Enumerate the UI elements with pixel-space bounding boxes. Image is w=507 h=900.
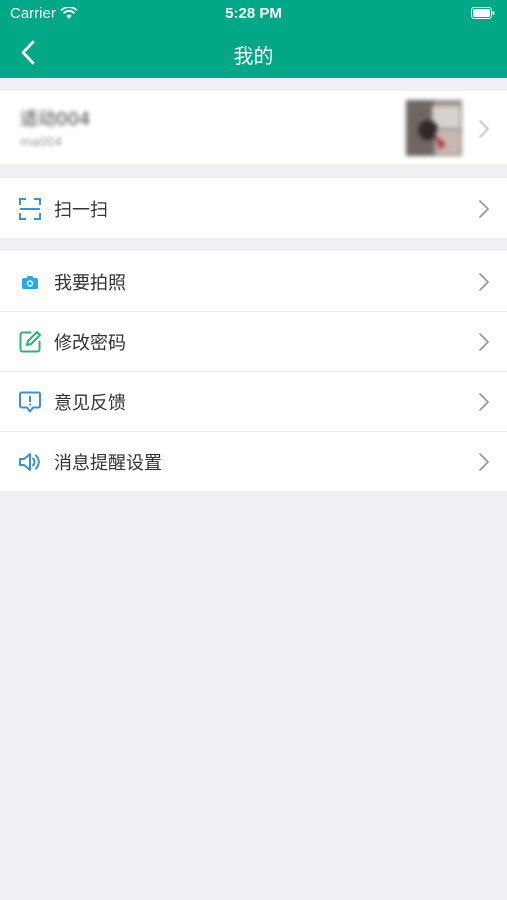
menu-item-notification-settings[interactable]: 消息提醒设置 — [0, 431, 507, 491]
header: Carrier 5:28 PM 我的 — [0, 0, 507, 78]
camera-icon — [22, 276, 38, 289]
profile-name: 适动004 — [20, 109, 91, 130]
status-bar: Carrier 5:28 PM — [0, 0, 507, 28]
chevron-right-icon — [479, 120, 489, 138]
menu-item-scan[interactable]: 扫一扫 — [0, 178, 507, 238]
speaker-icon — [19, 453, 40, 471]
chevron-right-icon — [479, 393, 489, 411]
menu-group: 我要拍照 修改密码 意见反馈 消息提醒设置 — [0, 251, 507, 491]
battery-icon — [471, 7, 495, 19]
avatar — [406, 100, 462, 156]
chevron-right-icon — [479, 453, 489, 471]
menu-item-label: 扫一扫 — [54, 200, 108, 221]
nav-bar: 我的 — [0, 28, 507, 78]
scan-group: 扫一扫 — [0, 178, 507, 238]
status-time: 5:28 PM — [225, 5, 282, 22]
scan-icon — [19, 198, 41, 220]
chevron-right-icon — [479, 273, 489, 291]
feedback-icon — [19, 391, 41, 413]
profile-row[interactable]: 适动004 ma004 — [0, 91, 507, 164]
menu-item-label: 修改密码 — [54, 333, 126, 354]
menu-item-change-password[interactable]: 修改密码 — [0, 311, 507, 371]
menu-item-take-photo[interactable]: 我要拍照 — [0, 251, 507, 311]
chevron-right-icon — [479, 333, 489, 351]
menu-item-feedback[interactable]: 意见反馈 — [0, 371, 507, 431]
menu-item-label: 消息提醒设置 — [54, 453, 162, 474]
page-title: 我的 — [233, 44, 274, 68]
menu-item-label: 我要拍照 — [54, 273, 126, 294]
edit-icon — [19, 331, 41, 353]
menu-item-label: 意见反馈 — [54, 393, 126, 414]
profile-account: ma004 — [20, 135, 62, 149]
chevron-right-icon — [479, 200, 489, 218]
